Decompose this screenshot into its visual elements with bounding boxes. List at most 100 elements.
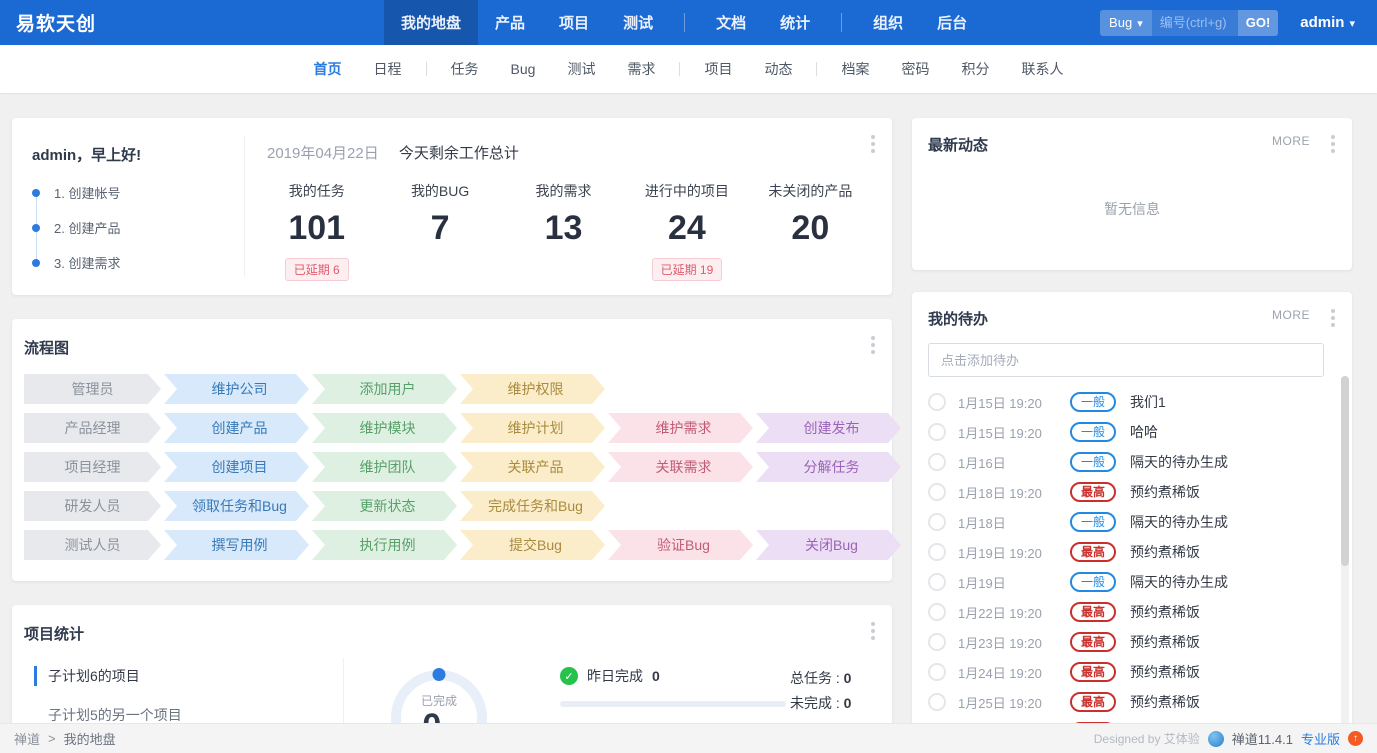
add-todo-input[interactable] xyxy=(928,343,1324,377)
todo-text[interactable]: 我们1 xyxy=(1130,392,1166,412)
todo-item: 1月23日 19:20最高预约煮稀饭 xyxy=(928,627,1336,657)
todo-checkbox[interactable] xyxy=(928,693,946,711)
flow-step-chevron[interactable]: 更新状态 xyxy=(312,491,457,521)
flow-step-chevron[interactable]: 添加用户 xyxy=(312,374,457,404)
stat-label: 我的需求 xyxy=(502,181,625,201)
breadcrumb-root[interactable]: 禅道 xyxy=(14,729,40,748)
search-module-dropdown[interactable]: Bug xyxy=(1100,10,1152,36)
flow-step-chevron[interactable]: 分解任务 xyxy=(756,452,901,482)
breadcrumb: 禅道 > 我的地盘 xyxy=(14,729,116,748)
flow-step-chevron[interactable]: 创建产品 xyxy=(164,413,309,443)
donut-marker-dot xyxy=(433,668,446,681)
flow-step-chevron[interactable]: 关联产品 xyxy=(460,452,605,482)
todo-checkbox[interactable] xyxy=(928,603,946,621)
subnav-item[interactable]: 日程 xyxy=(358,59,418,79)
todo-text[interactable]: 隔天的待办生成 xyxy=(1130,452,1228,472)
todo-date: 1月18日 xyxy=(958,513,1070,532)
flow-role-chevron: 研发人员 xyxy=(24,491,161,521)
todo-text[interactable]: 隔天的待办生成 xyxy=(1130,572,1228,592)
topnav-item[interactable]: 文档 xyxy=(699,0,763,45)
todo-text[interactable]: 预约煮稀饭 xyxy=(1130,662,1200,682)
flow-row: 产品经理创建产品维护模块维护计划维护需求创建发布 xyxy=(24,413,880,443)
more-link[interactable]: MORE xyxy=(1272,134,1310,148)
app-logo[interactable]: 易软天创 xyxy=(16,9,96,36)
topnav-item[interactable]: 组织 xyxy=(856,0,920,45)
flow-role-chevron: 产品经理 xyxy=(24,413,161,443)
flow-step-chevron[interactable]: 创建发布 xyxy=(756,413,901,443)
todo-text[interactable]: 预约煮稀饭 xyxy=(1130,632,1200,652)
edition-link[interactable]: 专业版 xyxy=(1301,729,1340,748)
flow-row: 管理员维护公司添加用户维护权限 xyxy=(24,374,880,404)
subnav-item[interactable]: 项目 xyxy=(688,59,748,79)
search-input[interactable] xyxy=(1152,15,1238,30)
subnav-item[interactable]: 任务 xyxy=(435,59,495,79)
todo-text[interactable]: 预约煮稀饭 xyxy=(1130,602,1200,622)
welcome-left: admin，早上好! 1. 创建帐号2. 创建产品3. 创建需求 xyxy=(32,136,244,277)
kebab-menu-icon[interactable] xyxy=(866,331,880,359)
todo-text[interactable]: 隔天的待办生成 xyxy=(1130,512,1228,532)
topnav-item[interactable]: 测试 xyxy=(606,0,670,45)
todo-text[interactable]: 哈哈 xyxy=(1130,422,1158,442)
todo-checkbox[interactable] xyxy=(928,483,946,501)
topnav-item[interactable]: 后台 xyxy=(920,0,984,45)
todo-item: 1月18日一般隔天的待办生成 xyxy=(928,507,1336,537)
subnav-item[interactable]: 联系人 xyxy=(1005,59,1079,79)
kebab-menu-icon[interactable] xyxy=(1326,130,1340,158)
subnav-item[interactable]: 测试 xyxy=(551,59,611,79)
subnav-item[interactable]: 动态 xyxy=(748,59,808,79)
project-stats-title: 项目统计 xyxy=(24,623,880,644)
user-menu[interactable]: admin xyxy=(1294,13,1361,32)
flow-step-chevron[interactable]: 提交Bug xyxy=(460,530,605,560)
flow-step-chevron[interactable]: 领取任务和Bug xyxy=(164,491,309,521)
flow-step-chevron[interactable]: 关联需求 xyxy=(608,452,753,482)
flowchart-card: 流程图 管理员维护公司添加用户维护权限产品经理创建产品维护模块维护计划维护需求创… xyxy=(12,319,892,581)
flow-step-chevron[interactable]: 验证Bug xyxy=(608,530,753,560)
stat-value: 24 xyxy=(625,209,748,248)
search-go-button[interactable]: GO! xyxy=(1238,10,1279,36)
todo-checkbox[interactable] xyxy=(928,663,946,681)
kebab-menu-icon[interactable] xyxy=(1326,304,1340,332)
flow-step-chevron[interactable]: 执行用例 xyxy=(312,530,457,560)
subnav-item[interactable]: 积分 xyxy=(945,59,1005,79)
flow-step-chevron[interactable]: 创建项目 xyxy=(164,452,309,482)
priority-badge: 最高 xyxy=(1070,542,1116,562)
todo-checkbox[interactable] xyxy=(928,453,946,471)
todo-checkbox[interactable] xyxy=(928,423,946,441)
flow-step-chevron[interactable]: 撰写用例 xyxy=(164,530,309,560)
todo-checkbox[interactable] xyxy=(928,543,946,561)
todo-text[interactable]: 预约煮稀饭 xyxy=(1130,692,1200,712)
flow-step-chevron[interactable]: 完成任务和Bug xyxy=(460,491,605,521)
flow-step-chevron[interactable]: 维护计划 xyxy=(460,413,605,443)
stat-value: 20 xyxy=(749,209,872,248)
topnav-item[interactable]: 统计 xyxy=(763,0,827,45)
flow-step-chevron[interactable]: 维护模块 xyxy=(312,413,457,443)
subnav-item[interactable]: 密码 xyxy=(885,59,945,79)
subnav-item[interactable]: Bug xyxy=(495,61,552,77)
todo-checkbox[interactable] xyxy=(928,633,946,651)
flow-step-chevron[interactable]: 关闭Bug xyxy=(756,530,901,560)
flow-step-chevron[interactable]: 维护公司 xyxy=(164,374,309,404)
topnav-item[interactable]: 产品 xyxy=(478,0,542,45)
subnav-item[interactable]: 首页 xyxy=(298,59,358,79)
topnav-item[interactable]: 我的地盘 xyxy=(384,0,478,45)
subnav-item[interactable]: 需求 xyxy=(611,59,671,79)
kebab-menu-icon[interactable] xyxy=(866,617,880,645)
checklist-item: 3. 创建需求 xyxy=(32,253,244,272)
project-list-item[interactable]: 子计划6的项目 xyxy=(24,658,343,694)
flow-step-chevron[interactable]: 维护团队 xyxy=(312,452,457,482)
scrollbar-track[interactable] xyxy=(1341,376,1349,753)
flow-step-chevron[interactable]: 维护需求 xyxy=(608,413,753,443)
flow-step-chevron[interactable]: 维护权限 xyxy=(460,374,605,404)
todo-checkbox[interactable] xyxy=(928,393,946,411)
todo-text[interactable]: 预约煮稀饭 xyxy=(1130,542,1200,562)
priority-badge: 最高 xyxy=(1070,662,1116,682)
subnav-item[interactable]: 档案 xyxy=(825,59,885,79)
topnav-item[interactable]: 项目 xyxy=(542,0,606,45)
todo-text[interactable]: 预约煮稀饭 xyxy=(1130,482,1200,502)
todo-checkbox[interactable] xyxy=(928,573,946,591)
scrollbar-thumb[interactable] xyxy=(1341,376,1349,566)
kebab-menu-icon[interactable] xyxy=(866,130,880,158)
todo-checkbox[interactable] xyxy=(928,513,946,531)
upgrade-icon[interactable] xyxy=(1348,731,1363,746)
more-link[interactable]: MORE xyxy=(1272,308,1310,322)
